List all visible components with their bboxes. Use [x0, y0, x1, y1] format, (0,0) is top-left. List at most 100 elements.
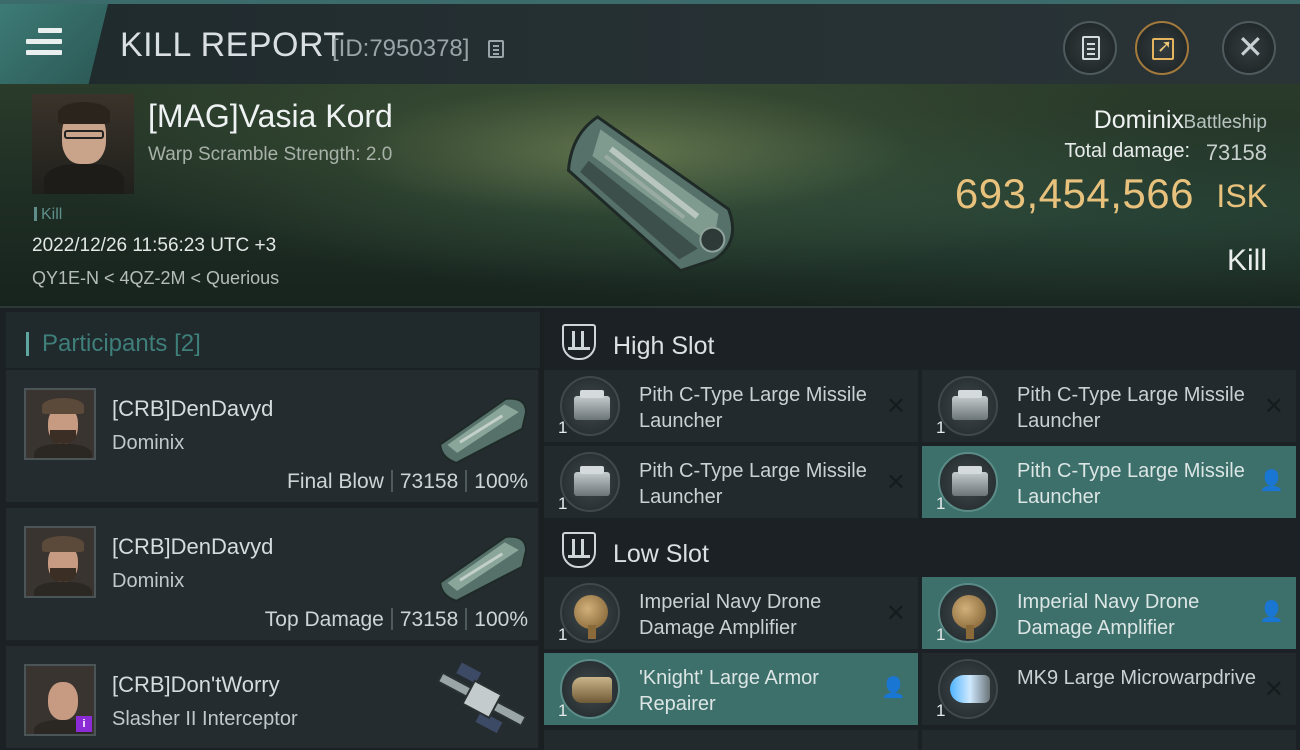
dropped-person-icon: 👤 — [1259, 601, 1284, 623]
module-item[interactable]: 1 Pith C-Type Large Missile Launcher ✕ — [544, 370, 918, 442]
participants-count: [2] — [174, 330, 201, 357]
total-damage-value: 73158 — [1205, 140, 1267, 165]
module-qty: 1 — [558, 625, 568, 644]
victim-ship-class: Battleship — [1183, 112, 1267, 133]
kill-time: 2022/12/26 11:56:23 UTC +3 — [32, 235, 277, 256]
victim-ship-image[interactable] — [530, 96, 770, 296]
participant-ship: Slasher II Interceptor — [112, 708, 298, 730]
destroyed-icon: ✕ — [885, 599, 906, 627]
kill-location[interactable]: QY1E-N < 4QZ-2M < Querious — [32, 268, 279, 289]
participant-card[interactable]: [CRB]DenDavyd Dominix Final Blow 73158 100… — [6, 370, 538, 504]
kill-tag: Kill — [34, 206, 62, 224]
module-qty: 1 — [558, 494, 568, 513]
participant-damage: 73158 — [399, 608, 459, 631]
menu-button[interactable] — [0, 4, 108, 84]
participants-header: Participants [2] — [6, 312, 540, 368]
header-bar: KILL REPORT [ID:7950378] ✕ — [0, 0, 1300, 84]
participant-stats: Top Damage 73158 100% — [265, 608, 528, 632]
participant-percent: 100% — [474, 608, 528, 631]
module-item[interactable]: 1 Pith C-Type Large Missile Launcher ✕ — [544, 446, 918, 518]
victim-banner: [MAG]Vasia Kord Warp Scramble Strength: … — [0, 84, 1300, 308]
avatar[interactable]: i — [24, 664, 96, 736]
destroyed-icon: ✕ — [885, 468, 906, 496]
module-name: Imperial Navy Drone Damage Amplifier — [1017, 591, 1200, 639]
module-qty: 1 — [936, 418, 946, 437]
module-name: Pith C-Type Large Missile Launcher — [1017, 460, 1245, 508]
participant-ship-image — [436, 662, 528, 734]
launcher-icon — [938, 376, 998, 436]
module-qty: 1 — [936, 701, 946, 720]
share-icon — [1152, 36, 1174, 60]
dropped-person-icon: 👤 — [881, 677, 906, 699]
kill-id: [ID:7950378] — [332, 35, 470, 62]
microwarpdrive-icon — [938, 659, 998, 719]
warp-scramble-strength: Warp Scramble Strength: 2.0 — [148, 144, 393, 165]
participant-stats: Final Blow 73158 100% — [287, 470, 528, 494]
high-slot-label: High Slot — [613, 332, 715, 360]
participant-role: Final Blow — [287, 470, 384, 493]
participants-panel: Participants [2] [CRB]DenDavyd Dominix F… — [0, 308, 540, 750]
avatar[interactable] — [24, 388, 96, 460]
clipboard-icon — [1082, 36, 1100, 60]
destroyed-icon: ✕ — [1263, 675, 1284, 703]
module-item[interactable]: 1 Pith C-Type Large Missile Launcher ✕ — [922, 370, 1296, 442]
fitting-panel: High Slot 1 Pith C-Type Large Missile La… — [544, 308, 1300, 750]
module-item[interactable]: 1 'Knight' Large Armor Repairer 👤 — [544, 653, 918, 725]
isk-value: 693,454,566 — [954, 170, 1194, 217]
isk-unit: ISK — [1216, 178, 1268, 214]
participant-ship-image — [439, 397, 528, 464]
share-button[interactable] — [1135, 21, 1189, 75]
launcher-icon — [560, 376, 620, 436]
module-item[interactable] — [544, 730, 918, 750]
participant-name: [CRB]Don'tWorry — [112, 672, 280, 697]
low-slot-header: Low Slot — [544, 522, 1300, 584]
destroyed-icon: ✕ — [1263, 392, 1284, 420]
module-name: 'Knight' Large Armor Repairer — [639, 667, 819, 715]
info-badge-icon: i — [76, 716, 92, 732]
close-button[interactable]: ✕ — [1222, 21, 1276, 75]
module-qty: 1 — [558, 418, 568, 437]
low-slot-icon — [562, 532, 596, 568]
participants-title: Participants — [42, 330, 168, 357]
victim-portrait[interactable] — [32, 94, 134, 194]
clipboard-button[interactable] — [1063, 21, 1117, 75]
victim-ship-name[interactable]: Dominix — [1094, 106, 1184, 135]
high-slot-icon — [562, 324, 596, 360]
module-item[interactable] — [922, 730, 1296, 750]
participant-ship: Dominix — [112, 432, 185, 454]
launcher-icon — [938, 452, 998, 512]
participant-ship-image — [439, 535, 528, 602]
launcher-icon — [560, 452, 620, 512]
high-slot-header: High Slot — [544, 314, 1300, 376]
low-slot-label: Low Slot — [613, 540, 709, 568]
module-name: Pith C-Type Large Missile Launcher — [639, 460, 867, 508]
hamburger-icon — [26, 28, 62, 56]
participant-card[interactable]: i [CRB]Don'tWorry Slasher II Interceptor — [6, 646, 538, 750]
participant-percent: 100% — [474, 470, 528, 493]
module-qty: 1 — [558, 701, 568, 720]
module-item[interactable]: 1 Imperial Navy Drone Damage Amplifier ✕ — [544, 577, 918, 649]
module-item[interactable]: 1 Pith C-Type Large Missile Launcher 👤 — [922, 446, 1296, 518]
copy-icon[interactable] — [488, 40, 504, 58]
avatar[interactable] — [24, 526, 96, 598]
close-icon: ✕ — [1237, 28, 1264, 66]
drone-amplifier-icon — [560, 583, 620, 643]
participant-name: [CRB]DenDavyd — [112, 396, 274, 421]
module-name: MK9 Large Microwarpdrive — [1017, 667, 1256, 689]
module-qty: 1 — [936, 625, 946, 644]
victim-name[interactable]: [MAG]Vasia Kord — [148, 98, 393, 135]
participant-card[interactable]: [CRB]DenDavyd Dominix Top Damage 73158 100… — [6, 508, 538, 642]
destroyed-icon: ✕ — [885, 392, 906, 420]
participant-damage: 73158 — [399, 470, 459, 493]
module-item[interactable]: 1 MK9 Large Microwarpdrive ✕ — [922, 653, 1296, 725]
kill-status: Kill — [1226, 244, 1267, 277]
module-name: Pith C-Type Large Missile Launcher — [639, 384, 867, 432]
module-qty: 1 — [936, 494, 946, 513]
dropped-person-icon: 👤 — [1259, 470, 1284, 492]
participant-ship: Dominix — [112, 570, 185, 592]
module-name: Pith C-Type Large Missile Launcher — [1017, 384, 1245, 432]
drone-amplifier-icon — [938, 583, 998, 643]
total-damage-label: Total damage: — [1064, 140, 1190, 162]
module-item[interactable]: 1 Imperial Navy Drone Damage Amplifier 👤 — [922, 577, 1296, 649]
page-title: KILL REPORT — [120, 26, 345, 64]
